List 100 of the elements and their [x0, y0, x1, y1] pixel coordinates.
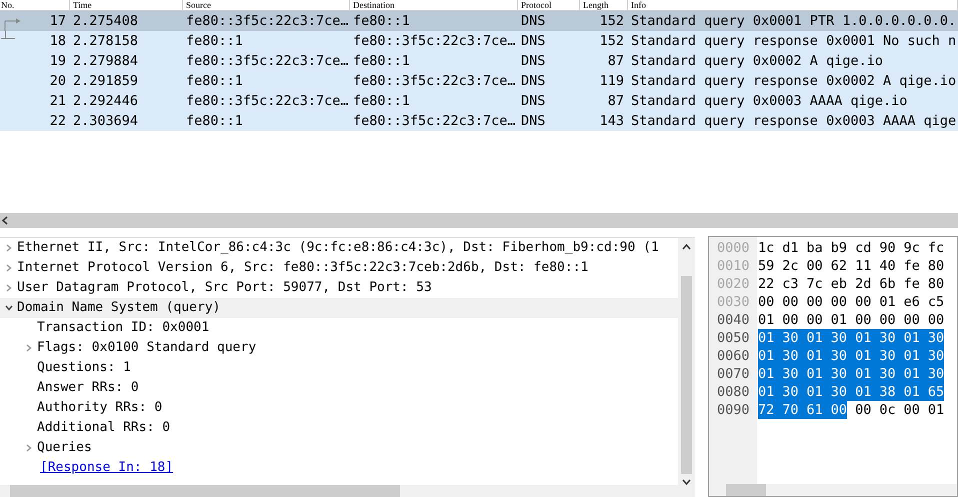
hex-byte[interactable]: 00 [782, 311, 799, 329]
column-header[interactable]: Protocol [521, 0, 552, 10]
hex-byte[interactable]: 00 [806, 311, 823, 329]
packet-row[interactable]: 19 2.279884 fe80::3f5c:22c3:7ce… fe80::1 DNS 87 Standard query 0x0002 A qige.io [0, 51, 958, 71]
hex-byte[interactable]: c3 [782, 275, 799, 293]
tree-item-label[interactable]: Questions: 1 [37, 358, 131, 378]
hex-byte[interactable]: cd [855, 239, 872, 257]
tree-item-label[interactable]: Queries [37, 438, 92, 458]
tree-row-highlight[interactable]: Domain Name System (query) [0, 298, 678, 318]
hex-byte[interactable]: 00 [879, 311, 896, 329]
hex-byte[interactable]: 01 [855, 383, 880, 401]
hex-byte[interactable]: 2c [782, 257, 799, 275]
hex-byte[interactable]: 00 [830, 293, 848, 311]
hex-byte[interactable]: 01 [758, 383, 782, 401]
hex-byte[interactable]: 80 [928, 275, 944, 293]
hex-byte[interactable]: 01 [758, 347, 782, 365]
hex-byte[interactable]: 62 [830, 257, 848, 275]
hex-byte[interactable]: 0c [879, 401, 896, 419]
hex-byte[interactable]: 30 [879, 347, 904, 365]
hex-byte[interactable]: 30 [782, 365, 807, 383]
hex-byte[interactable]: 30 [830, 329, 856, 347]
hex-byte[interactable]: ba [806, 239, 823, 257]
hex-byte[interactable]: 01 [806, 383, 831, 401]
hex-byte[interactable]: 01 [758, 311, 774, 329]
scroll-left-icon[interactable] [1, 216, 8, 225]
hex-byte[interactable]: 80 [928, 257, 944, 275]
hex-byte[interactable]: 01 [904, 365, 928, 383]
hex-byte[interactable]: fe [904, 275, 920, 293]
hex-byte[interactable]: 30 [928, 365, 944, 383]
hex-byte[interactable]: 30 [782, 329, 807, 347]
hex-byte[interactable]: 00 [855, 311, 872, 329]
hex-byte[interactable]: 72 [758, 401, 782, 419]
packet-row[interactable]: 21 2.292446 fe80::3f5c:22c3:7ce… fe80::1 DNS 87 Standard query 0x0003 AAAA qige.io [0, 91, 958, 111]
hex-byte[interactable]: 1c [758, 239, 774, 257]
hex-byte[interactable]: 00 [782, 293, 799, 311]
packet-row[interactable]: 22 2.303694 fe80::1 fe80::3f5c:22c3:7ce… DNS 143 Standard query response 0x0003 AAAA qige [0, 111, 958, 131]
hex-byte[interactable]: 30 [830, 347, 856, 365]
tree-item-label[interactable]: Additional RRs: 0 [37, 418, 170, 438]
hex-byte[interactable]: 01 [758, 329, 782, 347]
column-header[interactable]: Destination [353, 0, 394, 10]
tree-item-label[interactable]: User Datagram Protocol, Src Port: 59077, Dst Port: 53 [17, 278, 432, 298]
tree-item-label[interactable]: Authority RRs: 0 [37, 398, 162, 418]
hex-byte[interactable]: 7c [806, 275, 823, 293]
hex-byte[interactable]: 6b [879, 275, 896, 293]
expand-chevron-icon[interactable] [24, 344, 32, 352]
hex-byte[interactable]: 01 [855, 347, 880, 365]
horizontal-scrollbar[interactable] [709, 484, 957, 496]
hex-byte[interactable]: 01 [758, 365, 782, 383]
packet-row[interactable]: 17 2.275408 fe80::3f5c:22c3:7ce… fe80::1 DNS 152 Standard query 0x0001 PTR 1.0.0.0.0.0.0. [0, 11, 958, 31]
hex-byte[interactable]: 00 [904, 401, 920, 419]
hex-byte[interactable]: 01 [855, 329, 880, 347]
hex-byte[interactable]: 65 [928, 383, 944, 401]
hex-byte[interactable]: 22 [758, 275, 774, 293]
hex-byte[interactable]: b9 [830, 239, 848, 257]
expand-chevron-icon[interactable] [4, 244, 12, 252]
hex-byte[interactable]: 01 [879, 293, 896, 311]
response-link[interactable]: [Response In: 18] [40, 458, 174, 478]
hex-byte[interactable]: 30 [830, 383, 856, 401]
hex-byte[interactable]: 11 [855, 257, 872, 275]
hex-byte[interactable]: 30 [879, 329, 904, 347]
hex-byte[interactable]: 00 [855, 293, 872, 311]
hex-byte[interactable]: fe [904, 257, 920, 275]
hex-byte[interactable]: e6 [904, 293, 920, 311]
hex-byte[interactable]: 90 [879, 239, 896, 257]
hex-byte[interactable]: 00 [928, 311, 944, 329]
expand-chevron-icon[interactable] [24, 444, 32, 452]
hex-byte[interactable]: 00 [806, 293, 823, 311]
hex-byte[interactable]: 30 [830, 365, 856, 383]
hex-byte[interactable]: d1 [782, 239, 799, 257]
hex-byte[interactable]: 61 [806, 401, 831, 419]
hex-byte[interactable]: 30 [782, 347, 807, 365]
packet-row[interactable]: 20 2.291859 fe80::1 fe80::3f5c:22c3:7ce… DNS 119 Standard query response 0x0002 A qige.io [0, 71, 958, 91]
hex-byte[interactable]: 30 [928, 329, 944, 347]
expand-chevron-icon[interactable] [4, 264, 12, 272]
column-header[interactable]: Source [186, 0, 211, 10]
hex-byte[interactable]: 59 [758, 257, 774, 275]
hex-byte[interactable]: 01 [830, 311, 848, 329]
scroll-down-icon[interactable] [682, 479, 691, 486]
horizontal-scrollbar[interactable] [0, 485, 678, 497]
hex-byte[interactable]: 38 [879, 383, 904, 401]
hex-byte[interactable]: 01 [904, 383, 928, 401]
packet-row[interactable]: 18 2.278158 fe80::1 fe80::3f5c:22c3:7ce… DNS 152 Standard query response 0x0001 No such n [0, 31, 958, 51]
hex-byte[interactable]: c5 [928, 293, 944, 311]
column-header[interactable]: Info [631, 0, 646, 10]
hex-byte[interactable]: 01 [904, 347, 928, 365]
tree-item-label[interactable]: Transaction ID: 0x0001 [37, 318, 210, 338]
hex-byte[interactable]: 00 [758, 293, 774, 311]
column-header[interactable]: Time [73, 0, 92, 10]
hex-byte[interactable]: 00 [855, 401, 872, 419]
hex-byte[interactable]: fc [928, 239, 944, 257]
scroll-up-icon[interactable] [682, 243, 691, 250]
hex-byte[interactable]: 01 [806, 365, 831, 383]
tree-item-label[interactable]: Domain Name System (query) [17, 298, 220, 318]
hex-byte[interactable]: 00 [904, 311, 920, 329]
hex-byte[interactable]: 40 [879, 257, 896, 275]
hex-byte[interactable]: eb [830, 275, 848, 293]
expand-chevron-icon[interactable] [4, 284, 12, 292]
hex-byte[interactable]: 01 [928, 401, 944, 419]
hex-byte[interactable]: 30 [879, 365, 904, 383]
tree-item-label[interactable]: Answer RRs: 0 [37, 378, 139, 398]
